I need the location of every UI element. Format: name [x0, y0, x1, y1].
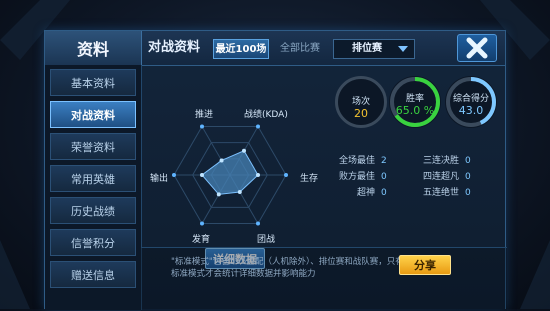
footer-bar: "标准模式"包含5V5匹配（人机除外）、排位赛和战队赛，只有标准模式才会统计详细… [141, 247, 507, 311]
sidebar-item-label: 基本资料 [71, 76, 115, 90]
sidebar: 基本资料 对战资料 荣誉资料 常用英雄 历史战绩 信誉积分 赠送信息 [45, 65, 142, 310]
radar-value-point [219, 158, 224, 163]
sidebar-item-label: 历史战绩 [71, 204, 115, 218]
best-row-mvp: 全场最佳 2 [339, 153, 387, 166]
radar-value-point [200, 173, 204, 177]
radar-axis-end-dot [256, 124, 260, 129]
score-label: 综合得分 [452, 94, 489, 104]
radar-label-kda: 战绩(KDA) [244, 110, 288, 120]
matches-circle: 场次 20 [335, 76, 387, 128]
score-circle: 综合得分 43.0 [445, 76, 497, 128]
radar-svg [172, 124, 288, 226]
best-row-label: 超神 [357, 188, 376, 198]
radar-label-damage: 输出 [150, 174, 169, 184]
best-row-value: 0 [465, 156, 471, 166]
best-row-value: 0 [465, 188, 471, 198]
best-row-value: 0 [465, 172, 471, 182]
radar-label-teamfight: 团战 [257, 235, 276, 245]
radar-label-push: 推进 [195, 110, 214, 120]
radar-axis-end-dot [284, 173, 288, 177]
ability-radar-chart: 推进 战绩(KDA) 生存 团战 发育 输出 详细数据 [143, 67, 333, 272]
sidebar-item-label: 信誉积分 [71, 236, 115, 250]
radar-value-point [237, 189, 242, 194]
matches-label: 场次 [351, 97, 370, 107]
sidebar-item-label: 对战资料 [71, 108, 115, 122]
close-button[interactable] [457, 34, 497, 62]
matches-value: 20 [354, 107, 368, 120]
share-button[interactable]: 分享 [399, 255, 451, 275]
sidebar-item-battle-data[interactable]: 对战资料 [50, 101, 136, 128]
score-value: 43.0 [458, 104, 484, 117]
best-row-label: 四连超凡 [423, 172, 460, 182]
close-x-icon [466, 37, 488, 59]
filter-recent-100[interactable]: 最近100场 [213, 39, 269, 59]
radar-value-point [256, 173, 260, 177]
win-rate-circle: 胜率 65.0 % [389, 76, 441, 128]
best-row-value: 0 [381, 172, 387, 182]
sidebar-item-basic-info[interactable]: 基本资料 [50, 69, 136, 96]
best-row-value: 2 [381, 156, 387, 166]
radar-label-survival: 生存 [300, 174, 319, 184]
best-row-label: 全场最佳 [339, 156, 376, 166]
radar-axis-end-dot [172, 173, 176, 177]
radar-value-point [216, 192, 221, 197]
mode-dropdown-value: 排位赛 [352, 43, 382, 54]
best-row-label: 五连绝世 [423, 188, 460, 198]
best-row-label: 三连决胜 [423, 156, 460, 166]
standard-mode-note: "标准模式"包含5V5匹配（人机除外）、排位赛和战队赛，只有标准模式才会统计详细… [171, 257, 404, 279]
best-row-penta: 五连绝世 0 [423, 185, 471, 198]
best-row-quadra: 四连超凡 0 [423, 169, 471, 182]
best-row-losing-mvp: 败方最佳 0 [339, 169, 387, 182]
win-rate-label: 胜率 [405, 94, 424, 104]
best-row-label: 败方最佳 [339, 172, 376, 182]
chevron-down-icon [398, 46, 408, 52]
filter-all-matches[interactable]: 全部比赛 [272, 39, 328, 59]
sidebar-item-label: 常用英雄 [71, 172, 115, 186]
radar-label-development: 发育 [192, 235, 211, 245]
best-row-value: 0 [381, 188, 387, 198]
sidebar-item-label: 赠送信息 [71, 268, 115, 282]
sidebar-item-honor-data[interactable]: 荣誉资料 [50, 133, 136, 160]
panel-title: 资料 [45, 31, 142, 65]
mode-dropdown[interactable]: 排位赛 [333, 39, 415, 59]
radar-axis-end-dot [200, 221, 204, 226]
radar-axis-end-dot [200, 124, 204, 129]
panel-header: 资料 对战资料 最近100场 全部比赛 排位赛 [45, 31, 505, 66]
win-rate-value: 65.0 % [395, 104, 435, 117]
battle-data-panel: 资料 对战资料 最近100场 全部比赛 排位赛 基本资料 对战资料 荣誉资料 常… [44, 30, 507, 311]
sidebar-item-credit-score[interactable]: 信誉积分 [50, 229, 136, 256]
sidebar-item-gift-info[interactable]: 赠送信息 [50, 261, 136, 288]
section-title: 对战资料 [148, 40, 201, 55]
radar-axis-end-dot [256, 221, 260, 226]
radar-value-shape [201, 150, 259, 195]
sidebar-item-common-heroes[interactable]: 常用英雄 [50, 165, 136, 192]
best-row-godlike: 超神 0 [357, 185, 387, 198]
best-row-triple: 三连决胜 0 [423, 153, 471, 166]
sidebar-item-match-history[interactable]: 历史战绩 [50, 197, 136, 224]
sidebar-item-label: 荣誉资料 [71, 140, 115, 154]
radar-value-point [242, 148, 246, 153]
